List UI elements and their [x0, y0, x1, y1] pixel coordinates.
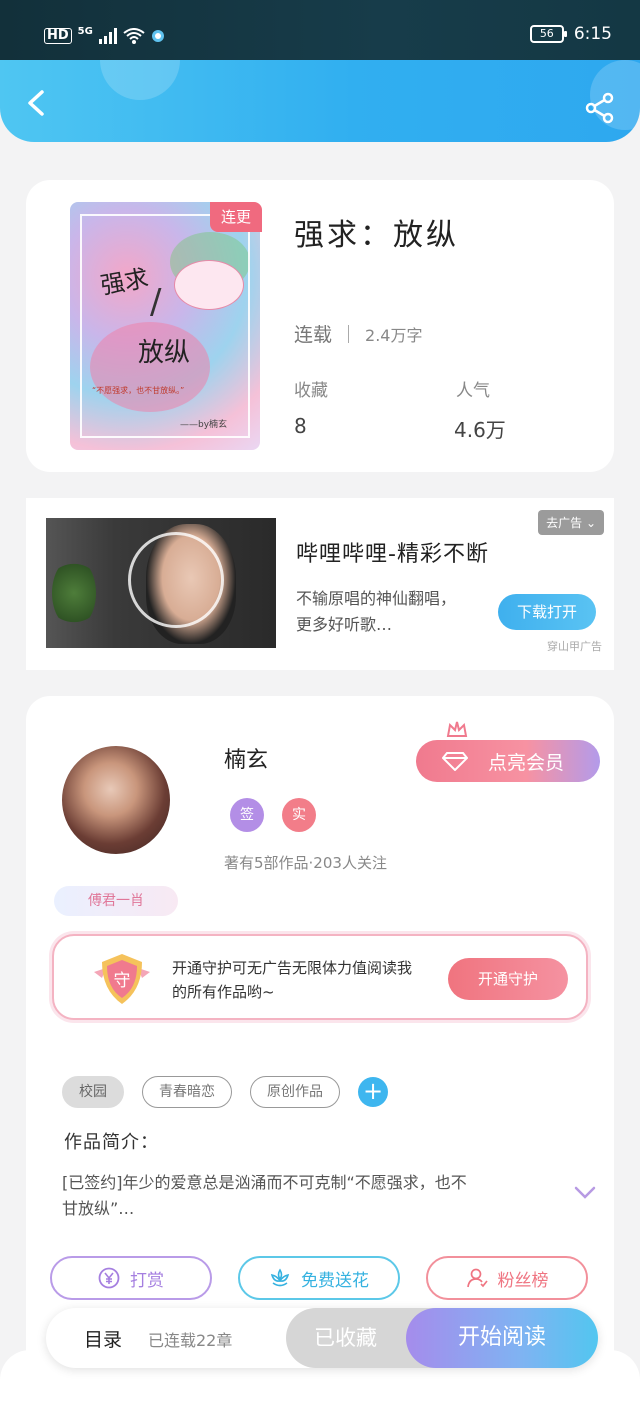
status-left: HD 5G	[44, 26, 165, 45]
remove-ad-button[interactable]: 去广告 ⌄	[538, 510, 604, 535]
book-cover[interactable]: 强求 / 放纵 “不愿强求，也不甘放纵。” ——by楠玄	[70, 202, 260, 450]
intro-text: [已签约]年少的爱意总是汹涌而不可克制“不愿强求，也不甘放纵”…	[62, 1173, 467, 1218]
collect-count: 8	[294, 414, 307, 438]
status-right: 56 6:15	[529, 24, 612, 44]
signal-icon	[98, 27, 117, 44]
add-tag-button[interactable]: +	[358, 1077, 388, 1107]
ad-image-ring	[128, 532, 224, 628]
cover-slash: /	[150, 282, 162, 322]
popularity-label: 人气	[456, 381, 490, 401]
chevron-down-icon[interactable]	[574, 1186, 596, 1200]
ad-description[interactable]: 不输原唱的神仙翻唱，更多好听歌…	[296, 586, 466, 638]
intro-heading: 作品简介：	[64, 1132, 159, 1153]
book-info-card: 强求 / 放纵 “不愿强求，也不甘放纵。” ——by楠玄 连更 强求：放纵 连载…	[26, 180, 614, 472]
bottom-bar: 目录 已连载22章 已收藏 开始阅读	[46, 1308, 598, 1368]
cover-signature: ——by楠玄	[180, 420, 228, 430]
signed-badge: 签	[230, 798, 264, 832]
cover-frame	[80, 214, 250, 438]
hd-indicator: HD	[44, 27, 72, 44]
guard-description: 开通守护可无广告无限体力值阅读我的所有作品哟~	[172, 959, 413, 1001]
ad-source: 穿山甲广告	[547, 640, 602, 653]
verified-badge: 实	[282, 798, 316, 832]
back-arrow-icon[interactable]	[22, 88, 52, 118]
shield-char: 守	[114, 971, 131, 991]
toc-button[interactable]: 目录	[84, 1325, 122, 1352]
send-flowers-button[interactable]: 免费送花	[238, 1256, 400, 1300]
yen-icon	[98, 1267, 120, 1289]
meta-divider	[348, 324, 350, 343]
author-stats: 著有5部作品·203人关注	[224, 854, 387, 872]
fans-ranking-label: 粉丝榜	[497, 1270, 549, 1291]
fans-ranking-button[interactable]: 粉丝榜	[426, 1256, 588, 1300]
ad-download-button[interactable]: 下载打开	[498, 594, 596, 630]
chapter-count[interactable]: 已连载22章	[148, 1327, 232, 1351]
status-bar: HD 5G 56 6:15	[0, 0, 640, 60]
fan-badge: 傅君一肖	[54, 886, 178, 916]
vip-button[interactable]: 点亮会员	[416, 740, 600, 782]
wifi-icon	[123, 27, 145, 44]
guard-banner: 守 开通守护可无广告无限体力值阅读我的所有作品哟~ 开通守护	[52, 934, 588, 1020]
flower-icon	[270, 1268, 290, 1287]
send-flowers-label: 免费送花	[301, 1270, 369, 1291]
top-header	[0, 60, 640, 142]
battery-icon: 56	[529, 25, 567, 43]
reward-button[interactable]: 打赏	[50, 1256, 212, 1300]
cover-cloud	[174, 260, 244, 310]
share-icon[interactable]	[584, 92, 616, 124]
author-avatar[interactable]	[60, 744, 172, 856]
author-name[interactable]: 楠玄	[224, 742, 268, 774]
word-count: 2.4万字	[365, 325, 423, 345]
open-guard-button[interactable]: 开通守护	[448, 958, 568, 1000]
network-gen: 5G	[77, 26, 93, 37]
author-card: 楠玄 签 实 著有5部作品·203人关注 点亮会员 傅君一肖 守 开通守护可无广…	[26, 696, 614, 1376]
vip-button-label: 点亮会员	[488, 752, 565, 774]
ad-title[interactable]: 哔哩哔哩-精彩不断	[296, 536, 489, 568]
cover-quote: “不愿强求，也不甘放纵。”	[92, 386, 185, 395]
start-reading-button[interactable]: 开始阅读	[406, 1308, 598, 1368]
tag-item[interactable]: 校园	[62, 1076, 124, 1108]
ad-banner[interactable]: 去广告 ⌄ 哔哩哔哩-精彩不断 不输原唱的神仙翻唱，更多好听歌… 下载打开 穿山…	[26, 498, 614, 670]
popularity-count: 4.6万	[454, 418, 506, 442]
book-status: 连载	[294, 324, 333, 346]
app-notification-icon	[151, 29, 164, 42]
shield-icon: 守	[94, 954, 150, 1004]
tag-item[interactable]: 原创作品	[250, 1076, 340, 1108]
book-meta: 连载 2.4万字	[294, 320, 422, 347]
cover-title-2: 放纵	[138, 338, 191, 368]
diamond-icon	[442, 752, 468, 771]
clock: 6:15	[573, 24, 612, 44]
header-bubble	[100, 60, 180, 100]
tag-list: 校园 青春暗恋 原创作品 +	[62, 1076, 388, 1108]
reward-label: 打赏	[130, 1270, 164, 1291]
ad-image[interactable]	[46, 518, 276, 648]
ad-image-plant	[52, 558, 96, 628]
crown-icon	[446, 721, 468, 737]
user-icon	[466, 1268, 488, 1288]
collect-label: 收藏	[294, 381, 328, 401]
serializing-badge: 连更	[210, 202, 262, 232]
book-title: 强求：放纵	[294, 218, 459, 253]
tag-item[interactable]: 青春暗恋	[142, 1076, 232, 1108]
